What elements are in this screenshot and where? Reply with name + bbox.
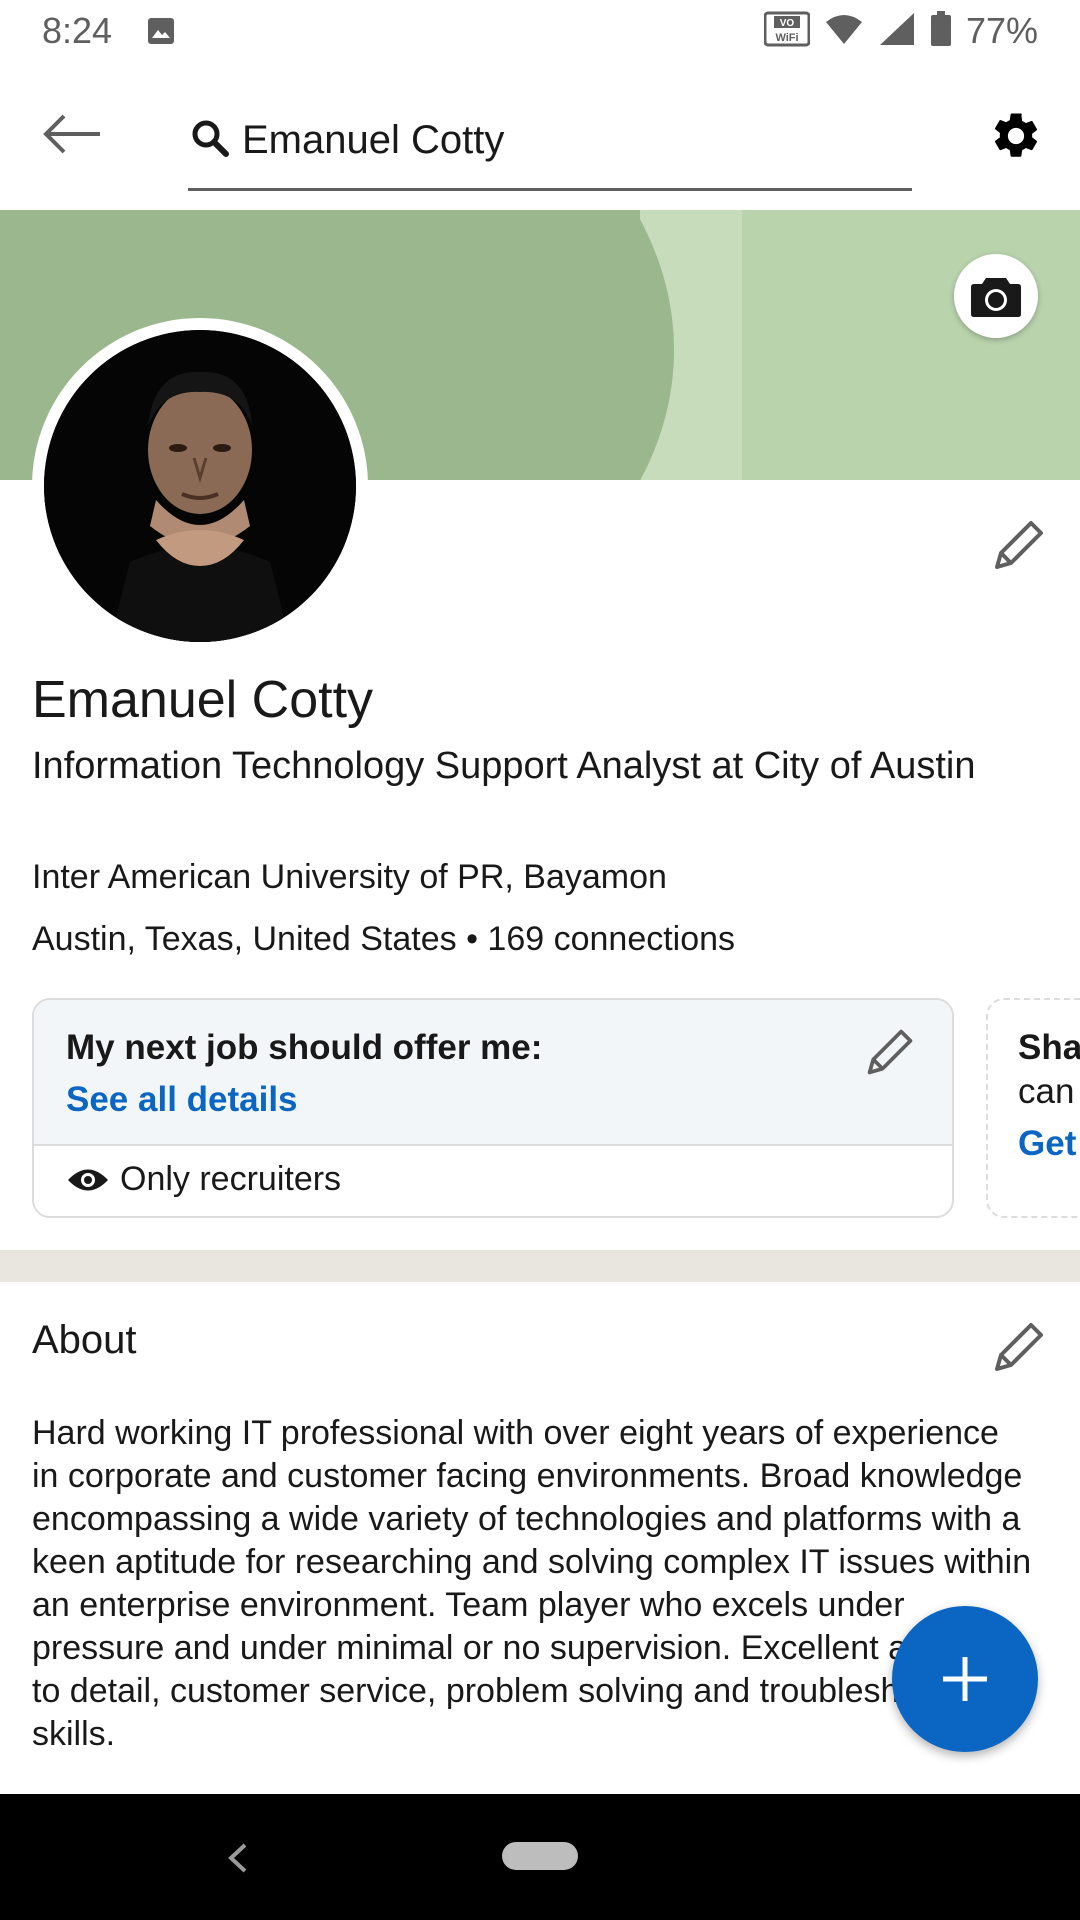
banner-panel [742,210,1080,480]
search-icon [190,118,230,163]
card-header: My next job should offer me: See all det… [34,1000,952,1146]
profile-location: Austin, Texas, United States [32,920,457,958]
chevron-left-icon [228,1843,247,1873]
pencil-icon [867,1029,913,1075]
open-to-work-card[interactable]: My next job should offer me: See all det… [32,998,954,1218]
profile-location-line: Austin, Texas, United States • 169 conne… [32,920,735,959]
share-card[interactable]: Sha can Get [986,998,1080,1218]
settings-button[interactable] [986,106,1046,166]
profile-headline: Information Technology Support Analyst a… [32,745,976,787]
add-section-button[interactable] [892,1606,1038,1752]
eye-icon [68,1169,108,1190]
connections-link[interactable]: 169 connections [487,920,735,958]
battery-level: 77% [965,10,1038,51]
profile-screen: 8:24 VO WiFi 77% Emanuel Cotty Emanuel C… [0,0,1080,1920]
plus-icon [943,1657,987,1701]
wifi-icon [824,12,864,51]
back-button[interactable] [34,104,110,164]
search-bar[interactable] [188,100,912,191]
visibility-row: Only recruiters [66,1160,341,1199]
arrow-left-icon [43,114,100,154]
top-app-bar [0,64,1080,211]
see-all-details-link[interactable]: See all details [66,1080,298,1120]
status-bar: 8:24 VO WiFi 77% [0,0,1080,64]
pencil-icon [995,1323,1043,1371]
edit-preferences-button[interactable] [860,1022,920,1082]
separator-dot: • [466,920,478,958]
search-input[interactable] [242,110,902,170]
vowifi-icon: VO WiFi [763,11,811,52]
gear-icon [994,113,1038,157]
nav-home-button[interactable] [502,1842,578,1870]
visibility-label: Only recruiters [120,1160,342,1198]
share-card-subtitle: can [1018,1072,1075,1111]
profile-photo[interactable] [32,318,368,654]
signal-icon [878,11,916,52]
card-title: My next job should offer me: [66,1028,543,1067]
edit-banner-button[interactable] [954,254,1038,338]
edit-intro-button[interactable] [986,512,1052,578]
profile-school: Inter American University of PR, Bayamon [32,858,667,896]
camera-icon [971,278,1021,317]
battery-icon [930,10,952,52]
share-card-link[interactable]: Get [1018,1124,1076,1164]
profile-name: Emanuel Cotty [32,671,374,729]
section-divider [0,1250,1080,1282]
about-text: Hard working IT professional with over e… [32,1414,1032,1753]
svg-text:WiFi: WiFi [775,32,798,44]
status-icons: VO WiFi 77% [763,10,1038,52]
avatar [44,330,356,642]
image-icon [146,16,176,51]
nav-back-button[interactable] [212,1828,262,1888]
system-nav-bar [0,1794,1080,1920]
pencil-icon [995,521,1043,569]
edit-about-button[interactable] [986,1314,1052,1380]
about-heading: About [32,1318,137,1362]
svg-text:VO: VO [780,18,795,29]
share-card-title: Sha [1018,1028,1080,1067]
status-time: 8:24 [42,10,113,51]
